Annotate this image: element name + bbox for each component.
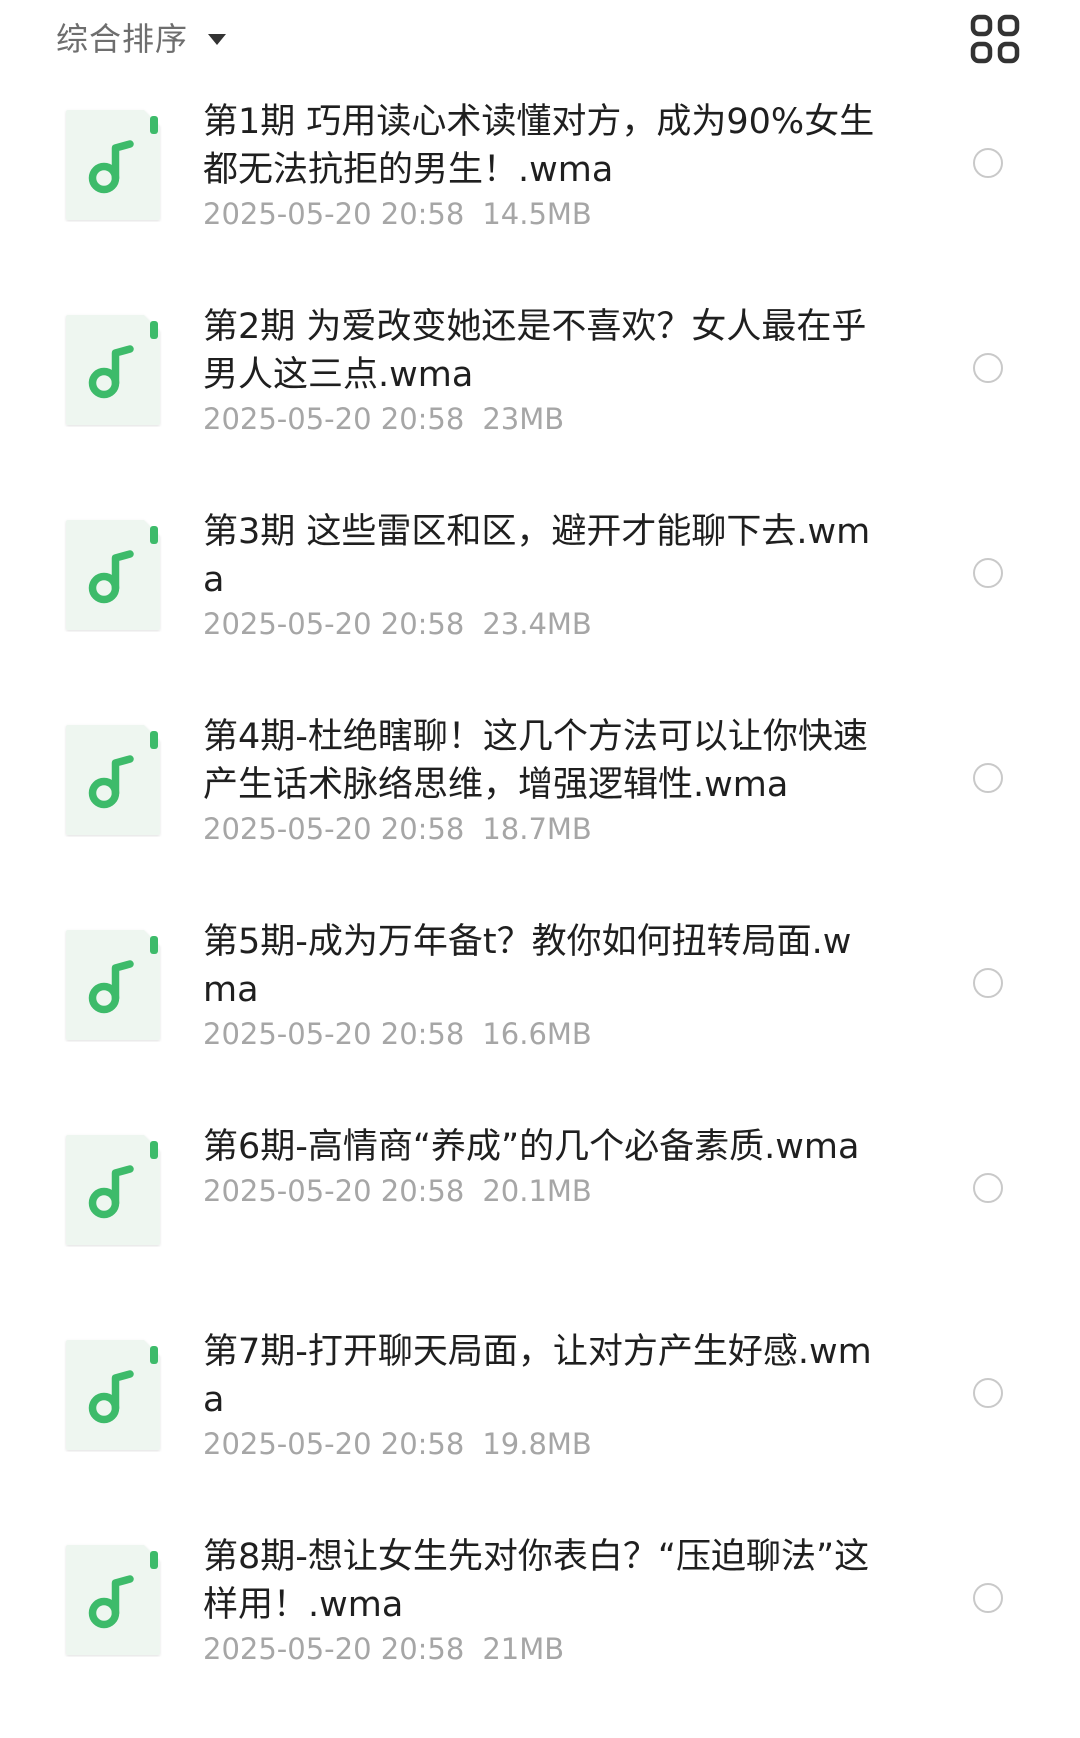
- file-size: 19.8MB: [482, 1427, 592, 1461]
- file-name: 第6期-高情商“养成”的几个必备素质.wma: [203, 1127, 860, 1167]
- file-info: 第7期-打开聊天局面，让对方产生好感.wma 2025-05-20 20:58 1…: [203, 1328, 883, 1464]
- file-row[interactable]: 第4期-杜绝瞎聊！这几个方法可以让你快速产生话术脉络思维，增强逻辑性.wma 2…: [0, 713, 1080, 918]
- music-note-icon: [64, 313, 162, 427]
- file-row[interactable]: 第2期 为爱改变她还是不喜欢？女人最在乎男人这三点.wma 2025-05-20…: [0, 303, 1080, 508]
- file-row[interactable]: 第8期-想让女生先对你表白？“压迫聊法”这样用！.wma 2025-05-20 …: [0, 1533, 1080, 1738]
- grid-view-icon[interactable]: [970, 14, 1020, 64]
- music-note-icon: [64, 723, 162, 837]
- sort-label: 综合排序: [56, 20, 189, 58]
- select-radio[interactable]: [973, 353, 1003, 383]
- select-radio[interactable]: [973, 763, 1003, 793]
- music-note-icon: [64, 1543, 162, 1657]
- file-date: 2025-05-20 20:58: [203, 607, 465, 641]
- file-size: 23MB: [482, 402, 565, 436]
- file-info: 第3期 这些雷区和区，避开才能聊下去.wma 2025-05-20 20:58 2…: [203, 508, 883, 644]
- music-note-icon: [64, 1338, 162, 1452]
- select-radio[interactable]: [973, 558, 1003, 588]
- file-name: 第1期 巧用读心术读懂对方，成为90%女生都无法抗拒的男生！.wma: [203, 102, 875, 190]
- file-name: 第2期 为爱改变她还是不喜欢？女人最在乎男人这三点.wma: [203, 307, 867, 395]
- file-date: 2025-05-20 20:58: [203, 1632, 465, 1666]
- file-meta: 2025-05-20 20:58 21MB: [203, 1629, 883, 1669]
- file-row[interactable]: 第1期 巧用读心术读懂对方，成为90%女生都无法抗拒的男生！.wma 2025-…: [0, 98, 1080, 303]
- file-meta: 2025-05-20 20:58 18.7MB: [203, 809, 883, 849]
- file-size: 18.7MB: [482, 812, 592, 846]
- file-date: 2025-05-20 20:58: [203, 1174, 465, 1208]
- file-info: 第4期-杜绝瞎聊！这几个方法可以让你快速产生话术脉络思维，增强逻辑性.wma 2…: [203, 713, 883, 849]
- file-date: 2025-05-20 20:58: [203, 1017, 465, 1051]
- file-row[interactable]: 第5期-成为万年备t？教你如何扭转局面.wma 2025-05-20 20:58…: [0, 918, 1080, 1123]
- select-radio[interactable]: [973, 1378, 1003, 1408]
- music-note-icon: [64, 1133, 162, 1247]
- file-info: 第2期 为爱改变她还是不喜欢？女人最在乎男人这三点.wma 2025-05-20…: [203, 303, 883, 439]
- file-info: 第8期-想让女生先对你表白？“压迫聊法”这样用！.wma 2025-05-20 …: [203, 1533, 883, 1669]
- file-date: 2025-05-20 20:58: [203, 1427, 465, 1461]
- music-note-icon: [64, 518, 162, 632]
- select-radio[interactable]: [973, 968, 1003, 998]
- file-row[interactable]: 第7期-打开聊天局面，让对方产生好感.wma 2025-05-20 20:58 1…: [0, 1328, 1080, 1533]
- file-info: 第1期 巧用读心术读懂对方，成为90%女生都无法抗拒的男生！.wma 2025-…: [203, 98, 883, 234]
- select-radio[interactable]: [973, 1173, 1003, 1203]
- music-note-icon: [64, 108, 162, 222]
- toolbar: 综合排序: [0, 0, 1080, 80]
- file-date: 2025-05-20 20:58: [203, 402, 465, 436]
- file-name: 第8期-想让女生先对你表白？“压迫聊法”这样用！.wma: [203, 1537, 870, 1625]
- file-meta: 2025-05-20 20:58 23MB: [203, 399, 883, 439]
- file-meta: 2025-05-20 20:58 14.5MB: [203, 194, 883, 234]
- file-info: 第5期-成为万年备t？教你如何扭转局面.wma 2025-05-20 20:58…: [203, 918, 883, 1054]
- file-size: 14.5MB: [482, 197, 592, 231]
- file-size: 20.1MB: [482, 1174, 592, 1208]
- file-row[interactable]: 第6期-高情商“养成”的几个必备素质.wma 2025-05-20 20:58 2…: [0, 1123, 1080, 1328]
- file-date: 2025-05-20 20:58: [203, 197, 465, 231]
- sort-dropdown[interactable]: 综合排序: [56, 12, 227, 62]
- file-list: 第1期 巧用读心术读懂对方，成为90%女生都无法抗拒的男生！.wma 2025-…: [0, 98, 1080, 1738]
- file-size: 21MB: [482, 1632, 565, 1666]
- file-name: 第4期-杜绝瞎聊！这几个方法可以让你快速产生话术脉络思维，增强逻辑性.wma: [203, 717, 868, 805]
- music-note-icon: [64, 928, 162, 1042]
- select-radio[interactable]: [973, 1583, 1003, 1613]
- file-name: 第5期-成为万年备t？教你如何扭转局面.wma: [203, 922, 852, 1010]
- file-meta: 2025-05-20 20:58 20.1MB: [203, 1171, 883, 1211]
- file-meta: 2025-05-20 20:58 23.4MB: [203, 604, 883, 644]
- file-date: 2025-05-20 20:58: [203, 812, 465, 846]
- select-radio[interactable]: [973, 148, 1003, 178]
- file-name: 第7期-打开聊天局面，让对方产生好感.wma: [203, 1332, 872, 1420]
- file-size: 16.6MB: [482, 1017, 592, 1051]
- file-size: 23.4MB: [482, 607, 592, 641]
- file-row[interactable]: 第3期 这些雷区和区，避开才能聊下去.wma 2025-05-20 20:58 2…: [0, 508, 1080, 713]
- caret-down-icon: [208, 33, 227, 45]
- file-info: 第6期-高情商“养成”的几个必备素质.wma 2025-05-20 20:58 2…: [203, 1123, 883, 1211]
- file-meta: 2025-05-20 20:58 19.8MB: [203, 1424, 883, 1464]
- file-meta: 2025-05-20 20:58 16.6MB: [203, 1014, 883, 1054]
- file-name: 第3期 这些雷区和区，避开才能聊下去.wma: [203, 512, 871, 600]
